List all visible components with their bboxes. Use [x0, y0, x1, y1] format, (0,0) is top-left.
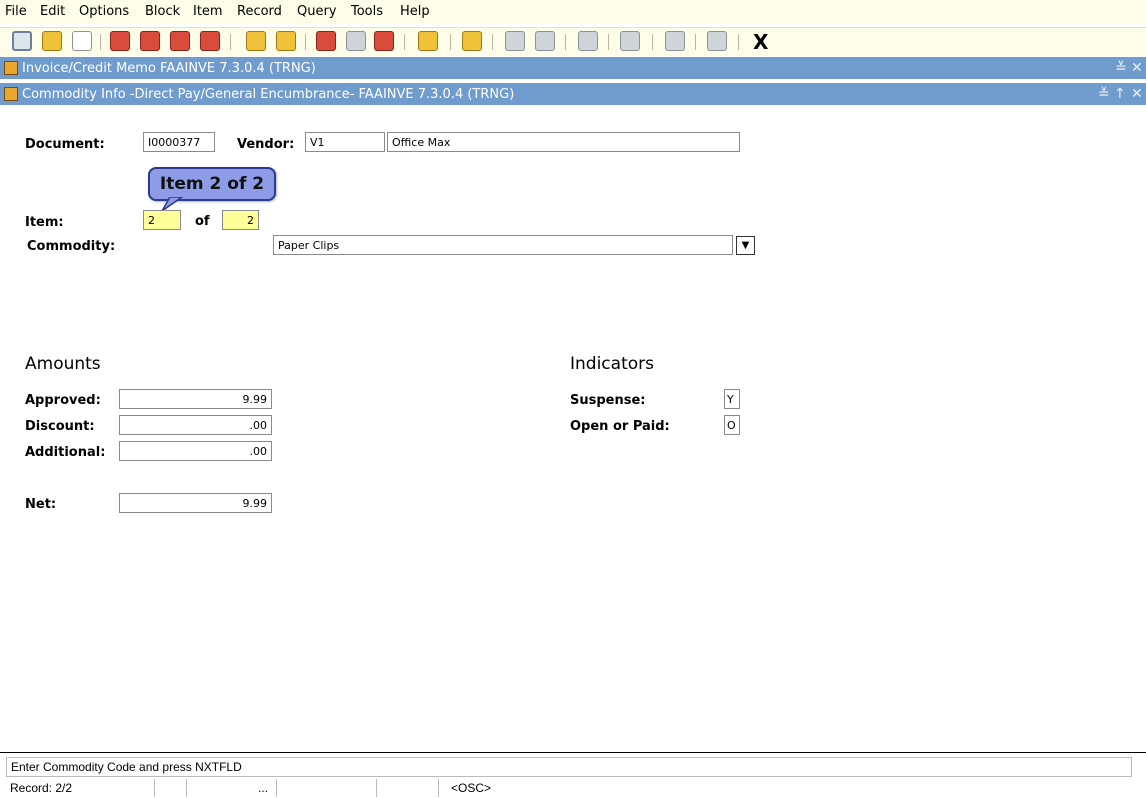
- help-icon[interactable]: [707, 31, 727, 51]
- open-paid-label: Open or Paid:: [570, 419, 670, 434]
- audio-icon[interactable]: [578, 31, 598, 51]
- app-icon: [4, 87, 18, 101]
- menu-options[interactable]: Options: [79, 4, 129, 19]
- menu-query[interactable]: Query: [297, 4, 337, 19]
- discount-amount-field[interactable]: .00: [119, 415, 272, 435]
- remove-record-icon[interactable]: [140, 31, 160, 51]
- status-cell: [154, 779, 186, 797]
- approved-label: Approved:: [25, 393, 101, 408]
- cancel-query-icon[interactable]: [374, 31, 394, 51]
- print-icon[interactable]: [462, 31, 482, 51]
- commodity-dropdown-button[interactable]: ▼: [736, 236, 755, 255]
- chevron-down-icon: ▼: [741, 240, 750, 251]
- menu-bar: File Edit Options Block Item Record Quer…: [0, 0, 1146, 24]
- suspense-label: Suspense:: [570, 393, 646, 408]
- additional-amount-field[interactable]: .00: [119, 441, 272, 461]
- menu-help[interactable]: Help: [400, 4, 430, 19]
- document-icon[interactable]: [535, 31, 555, 51]
- app-icon: [4, 61, 18, 75]
- execute-query-icon[interactable]: [276, 31, 296, 51]
- vendor-label: Vendor:: [237, 137, 295, 152]
- menu-item[interactable]: Item: [193, 4, 223, 19]
- menu-tools[interactable]: Tools: [351, 4, 383, 19]
- enter-query-icon[interactable]: [246, 31, 266, 51]
- select-icon[interactable]: [72, 31, 92, 51]
- vendor-name-field[interactable]: Office Max: [387, 132, 740, 152]
- minimize-icon[interactable]: ≚: [1115, 60, 1127, 76]
- close-icon[interactable]: ✕: [1131, 60, 1143, 76]
- inner-window-title: Commodity Info -Direct Pay/General Encum…: [22, 87, 515, 102]
- open-paid-field[interactable]: O: [724, 415, 740, 435]
- menu-edit[interactable]: Edit: [40, 4, 65, 19]
- workflow-icon[interactable]: [665, 31, 685, 51]
- discount-label: Discount:: [25, 419, 95, 434]
- help-target-icon[interactable]: [620, 31, 640, 51]
- outer-window-titlebar: Invoice/Credit Memo FAAINVE 7.3.0.4 (TRN…: [0, 57, 1146, 79]
- exit-button[interactable]: X: [753, 30, 768, 54]
- net-label: Net:: [25, 497, 57, 512]
- status-bar: Record: 2/2 ... <OSC>: [6, 779, 1140, 797]
- of-label: of: [195, 214, 210, 229]
- status-cell: [276, 779, 376, 797]
- save-icon[interactable]: [12, 31, 32, 51]
- status-divider: [0, 752, 1146, 753]
- menu-file[interactable]: File: [5, 4, 27, 19]
- additional-label: Additional:: [25, 445, 106, 460]
- document-field[interactable]: I0000377: [143, 132, 215, 152]
- osc-indicator: <OSC>: [438, 779, 1118, 797]
- export-icon[interactable]: [505, 31, 525, 51]
- indicators-header: Indicators: [570, 354, 654, 374]
- item-label: Item:: [25, 215, 64, 230]
- item-callout: Item 2 of 2: [148, 167, 276, 201]
- vendor-id-field[interactable]: V1: [305, 132, 385, 152]
- database-icon[interactable]: [346, 31, 366, 51]
- net-amount-field[interactable]: 9.99: [119, 493, 272, 513]
- maximize-icon[interactable]: ↑: [1114, 86, 1126, 102]
- status-message: Enter Commodity Code and press NXTFLD: [6, 757, 1132, 777]
- status-ellipsis: ...: [186, 779, 276, 797]
- status-cell: [376, 779, 438, 797]
- toolbar: X: [0, 27, 1146, 56]
- commodity-field[interactable]: Paper Clips: [273, 235, 733, 255]
- item-total-field[interactable]: 2: [222, 210, 259, 230]
- previous-block-icon[interactable]: [170, 31, 190, 51]
- close-icon[interactable]: ✕: [1131, 86, 1143, 102]
- record-indicator: Record: 2/2: [10, 781, 73, 795]
- inner-window-titlebar: Commodity Info -Direct Pay/General Encum…: [0, 83, 1146, 105]
- menu-block[interactable]: Block: [145, 4, 180, 19]
- attachment-icon[interactable]: [418, 31, 438, 51]
- menu-record[interactable]: Record: [237, 4, 282, 19]
- commodity-label: Commodity:: [27, 239, 116, 254]
- insert-record-icon[interactable]: [110, 31, 130, 51]
- approved-amount-field[interactable]: 9.99: [119, 389, 272, 409]
- rollback-icon[interactable]: [42, 31, 62, 51]
- suspense-field[interactable]: Y: [724, 389, 740, 409]
- document-label: Document:: [25, 137, 105, 152]
- search-icon[interactable]: [316, 31, 336, 51]
- item-number-field[interactable]: 2: [143, 210, 181, 230]
- next-block-icon[interactable]: [200, 31, 220, 51]
- amounts-header: Amounts: [25, 354, 101, 374]
- minimize-icon[interactable]: ≚: [1098, 86, 1110, 102]
- outer-window-title: Invoice/Credit Memo FAAINVE 7.3.0.4 (TRN…: [22, 61, 316, 76]
